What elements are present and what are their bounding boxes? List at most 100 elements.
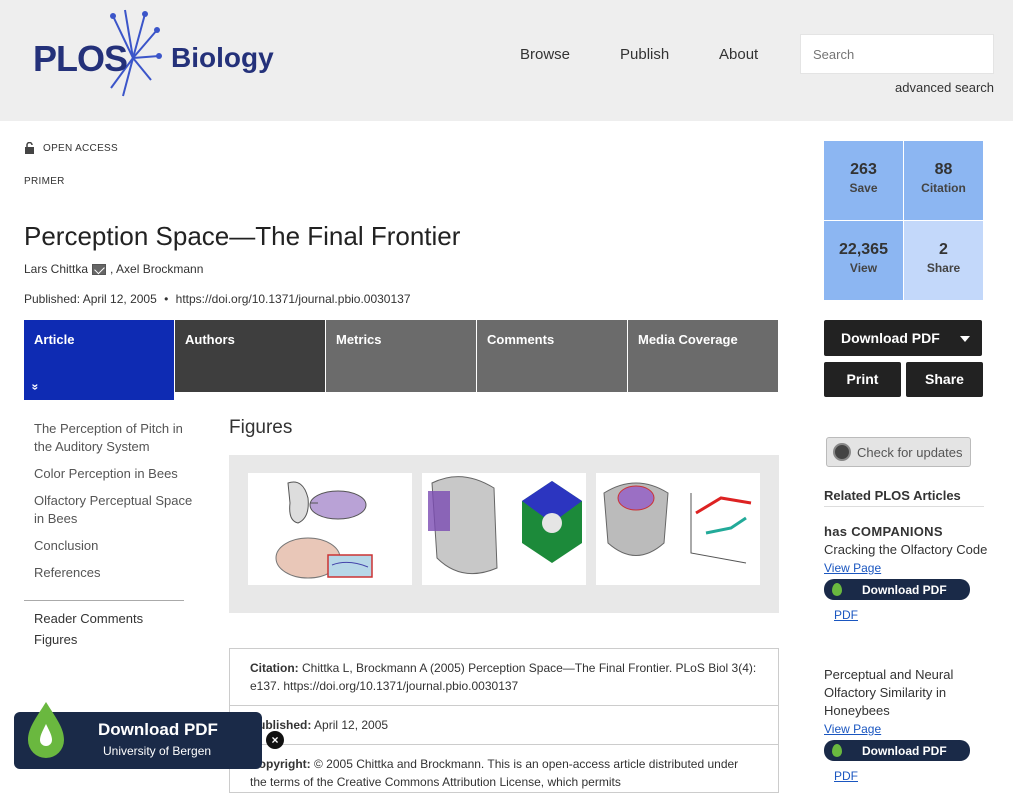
metric-save[interactable]: 263 Save — [824, 141, 903, 220]
toc-item-reader-comments[interactable]: Reader Comments — [34, 611, 143, 626]
floating-institution: University of Bergen — [103, 744, 212, 758]
share-button[interactable]: Share — [906, 362, 983, 397]
close-icon[interactable]: × — [266, 731, 284, 749]
crossmark-icon — [833, 443, 851, 461]
advanced-search-link[interactable]: advanced search — [895, 80, 994, 95]
floating-download-pdf[interactable]: Download PDF University of Bergen — [14, 702, 262, 769]
download-pdf-button[interactable]: Download PDF — [824, 320, 982, 356]
toc-secondary: Reader Comments Figures — [34, 611, 143, 653]
figure-thumbnail-2[interactable] — [422, 473, 586, 585]
metric-value: 88 — [934, 161, 953, 178]
tab-comments[interactable]: Comments — [477, 320, 627, 392]
download-pdf-label: Download PDF — [841, 330, 940, 346]
email-icon[interactable] — [92, 263, 107, 275]
download-drop-icon — [28, 702, 64, 758]
article-title: Perception Space—The Final Frontier — [24, 221, 461, 251]
figure-carousel — [229, 455, 779, 613]
metric-view[interactable]: 22,365 View — [824, 221, 903, 300]
view-page-link[interactable]: View Page — [824, 561, 989, 575]
metric-label: Citation — [921, 181, 966, 195]
related-divider — [824, 506, 984, 507]
plos-biology-logo[interactable]: PLOS Biology — [33, 8, 274, 103]
view-page-link[interactable]: View Page — [824, 722, 989, 736]
figure-thumbnail-3[interactable] — [596, 473, 760, 585]
check-for-updates-button[interactable]: Check for updates — [826, 437, 971, 467]
figure-thumbnail-1[interactable] — [248, 473, 412, 585]
tab-article[interactable]: Article » — [24, 320, 174, 400]
copyright-text: © 2005 Chittka and Brockmann. This is an… — [250, 757, 739, 789]
tab-label: Metrics — [336, 332, 382, 347]
open-access-badge: OPEN ACCESS — [24, 142, 118, 154]
citation-box: Citation: Chittka L, Brockmann A (2005) … — [229, 648, 779, 793]
author-list: Lars Chittka , Axel Brockmann — [24, 262, 203, 276]
search-input[interactable] — [800, 34, 994, 74]
published-date: Published: April 12, 2005 — [24, 292, 157, 306]
pdf-link[interactable]: PDF — [834, 769, 989, 783]
toc-divider — [24, 600, 184, 601]
metric-label: Save — [849, 181, 878, 195]
tab-authors[interactable]: Authors — [175, 320, 325, 392]
published-text: April 12, 2005 — [311, 718, 389, 732]
related-download-label: Download PDF — [862, 582, 947, 597]
nav-browse[interactable]: Browse — [520, 46, 570, 63]
metric-value: 2 — [939, 241, 948, 258]
article-tabs: Article » Authors Metrics Comments Media… — [24, 320, 778, 400]
separator-bullet: • — [164, 292, 169, 306]
metric-citation[interactable]: 88 Citation — [904, 141, 983, 220]
tab-label: Article — [34, 332, 75, 347]
citation-label: Citation: — [250, 661, 299, 675]
citation-text: Chittka L, Brockmann A (2005) Perception… — [250, 661, 757, 693]
related-article-1: has COMPANIONS Cracking the Olfactory Co… — [824, 524, 989, 622]
publication-line: Published: April 12, 2005 • https://doi.… — [24, 292, 411, 306]
nav-publish[interactable]: Publish — [620, 46, 669, 63]
article-type: PRIMER — [24, 176, 65, 187]
nav-about[interactable]: About — [719, 46, 758, 63]
check-updates-label: Check for updates — [857, 444, 963, 460]
author-link[interactable]: Lars Chittka — [24, 262, 88, 276]
toc-item[interactable]: Color Perception in Bees — [34, 465, 194, 483]
citation-row: Citation: Chittka L, Brockmann A (2005) … — [230, 649, 778, 706]
tab-media-coverage[interactable]: Media Coverage — [628, 320, 778, 392]
metric-share[interactable]: 2 Share — [904, 221, 983, 300]
print-button[interactable]: Print — [824, 362, 901, 397]
toc-item[interactable]: Conclusion — [34, 537, 194, 555]
related-articles-heading: Related PLOS Articles — [824, 488, 961, 503]
pdf-link[interactable]: PDF — [834, 608, 989, 622]
unlock-icon — [25, 142, 34, 154]
related-download-pdf-button[interactable]: Download PDF — [824, 740, 970, 761]
metric-value: 22,365 — [839, 241, 888, 258]
floating-download-title: Download PDF — [98, 720, 218, 739]
companions-tag: has COMPANIONS — [824, 524, 943, 539]
caret-down-icon[interactable] — [960, 336, 970, 342]
chevron-down-icon: » — [28, 383, 43, 391]
metrics-grid: 263 Save 88 Citation 22,365 View 2 Share — [824, 141, 983, 300]
metric-value: 263 — [850, 161, 877, 178]
doi-link[interactable]: https://doi.org/10.1371/journal.pbio.003… — [176, 292, 411, 306]
related-article-2: Perceptual and Neural Olfactory Similari… — [824, 666, 989, 783]
related-title: Cracking the Olfactory Code — [824, 542, 988, 557]
figures-heading: Figures — [229, 417, 293, 438]
published-row: Published: April 12, 2005 — [230, 706, 778, 745]
tab-label: Authors — [185, 332, 235, 347]
toc-item-figures[interactable]: Figures — [34, 632, 143, 647]
metric-label: View — [849, 261, 878, 275]
tab-label: Comments — [487, 332, 555, 347]
site-header: PLOS Biology Browse Publish About advanc… — [0, 0, 1013, 121]
related-download-label: Download PDF — [862, 743, 947, 758]
toc-item[interactable]: Olfactory Perceptual Space in Bees — [34, 492, 194, 528]
download-drop-icon — [832, 744, 842, 757]
open-access-label: OPEN ACCESS — [43, 142, 118, 154]
logo-plos-text: PLOS — [33, 38, 128, 79]
related-title: Perceptual and Neural Olfactory Similari… — [824, 667, 954, 718]
related-download-pdf-button[interactable]: Download PDF — [824, 579, 970, 600]
copyright-row: Copyright: © 2005 Chittka and Brockmann.… — [230, 745, 778, 801]
download-drop-icon — [832, 583, 842, 596]
author-link[interactable]: , Axel Brockmann — [110, 262, 203, 276]
table-of-contents: The Perception of Pitch in the Auditory … — [34, 420, 194, 591]
toc-item[interactable]: The Perception of Pitch in the Auditory … — [34, 420, 194, 456]
tab-metrics[interactable]: Metrics — [326, 320, 476, 392]
logo-journal-text: Biology — [171, 42, 274, 73]
tab-label: Media Coverage — [638, 332, 738, 347]
metric-label: Share — [926, 261, 961, 275]
toc-item[interactable]: References — [34, 564, 194, 582]
